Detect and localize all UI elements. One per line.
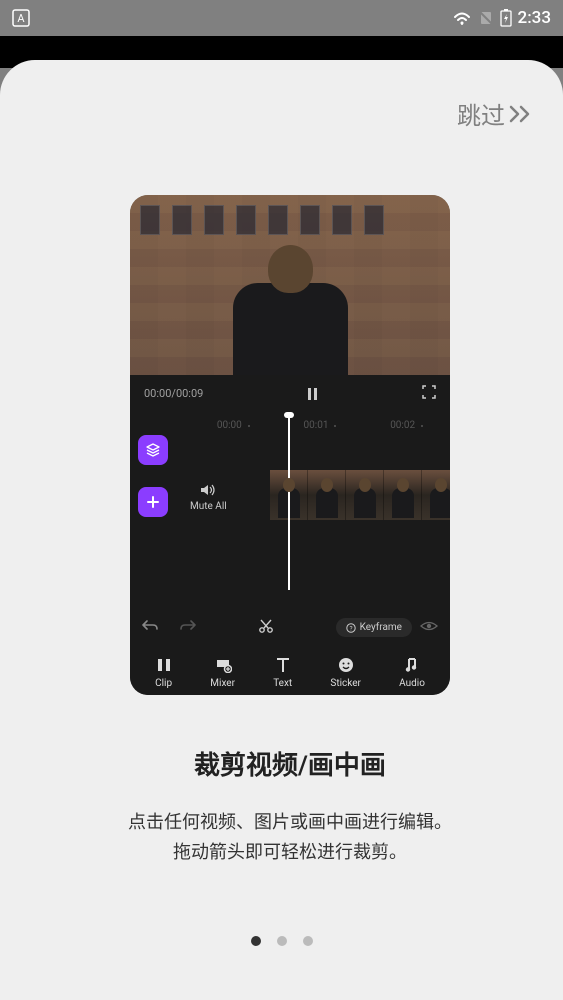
timeline-track[interactable]: [270, 470, 450, 520]
plus-icon: [146, 495, 160, 509]
tab-text[interactable]: Text: [273, 656, 292, 689]
add-button[interactable]: [138, 487, 168, 517]
tab-sticker[interactable]: Sticker: [330, 656, 361, 689]
eye-icon: [420, 620, 438, 632]
player-controls: 00:00/00:09: [130, 375, 450, 412]
undo-icon: [142, 619, 158, 633]
pause-button[interactable]: [308, 388, 317, 400]
track-frame: [308, 470, 346, 520]
pause-icon: [308, 388, 317, 400]
sticker-icon: [338, 656, 354, 674]
tab-audio[interactable]: Audio: [399, 656, 425, 689]
page-indicator: [251, 936, 313, 946]
fullscreen-button[interactable]: [422, 385, 436, 402]
info-icon: ?: [346, 623, 356, 633]
mute-all-button[interactable]: Mute All: [190, 483, 227, 512]
layers-icon: [145, 442, 161, 458]
page-dot-3[interactable]: [303, 936, 313, 946]
track-frame: [346, 470, 384, 520]
track-frame: [384, 470, 422, 520]
page-dot-1[interactable]: [251, 936, 261, 946]
fullscreen-icon: [422, 385, 436, 399]
visibility-button[interactable]: [420, 620, 438, 635]
video-preview: [130, 195, 450, 375]
redo-icon: [180, 619, 196, 633]
track-frame: [422, 470, 450, 520]
side-tools: [138, 435, 168, 517]
undo-button[interactable]: [142, 619, 158, 636]
layers-button[interactable]: [138, 435, 168, 465]
app-mockup: 00:00/00:09 00:00 00:01 00:02: [130, 195, 450, 695]
mixer-icon: [214, 656, 232, 674]
page-dot-2[interactable]: [277, 936, 287, 946]
clip-icon: [156, 656, 172, 674]
cut-button[interactable]: [258, 618, 274, 637]
bottom-tabs: Clip Mixer Text Sticker: [130, 649, 450, 695]
playhead[interactable]: [288, 415, 290, 590]
chevron-double-right-icon: [509, 105, 535, 123]
tutorial-slide-1: 00:00/00:09 00:00 00:01 00:02: [60, 195, 520, 867]
slides-container[interactable]: 00:00/00:09 00:00 00:01 00:02: [0, 195, 563, 867]
keyframe-button[interactable]: ? Keyframe: [336, 618, 412, 637]
svg-text:A: A: [17, 12, 25, 25]
wifi-icon: [452, 10, 472, 26]
status-time: 2:33: [518, 8, 551, 28]
app-badge-icon: A: [12, 9, 30, 27]
mute-label: Mute All: [190, 501, 227, 512]
status-bar: A 2:33: [0, 0, 563, 36]
slide-description: 点击任何视频、图片或画中画进行编辑。 拖动箭头即可轻松进行裁剪。: [120, 808, 460, 867]
audio-icon: [404, 656, 420, 674]
tab-mixer[interactable]: Mixer: [210, 656, 235, 689]
redo-button[interactable]: [180, 619, 196, 636]
time-display: 00:00/00:09: [144, 387, 203, 400]
skip-label: 跳过: [457, 96, 505, 131]
skip-button[interactable]: 跳过: [457, 96, 535, 131]
battery-charging-icon: [500, 9, 512, 27]
tutorial-slide-2: 添 点击画中画 为画中画: [550, 195, 563, 867]
no-sim-icon: [478, 10, 494, 26]
svg-text:?: ?: [349, 624, 352, 632]
tutorial-overlay: 跳过 00:00/00:0: [0, 60, 563, 1000]
tab-clip[interactable]: Clip: [155, 656, 172, 689]
action-bar: ? Keyframe: [130, 608, 450, 647]
slide-title: 裁剪视频/画中画: [194, 745, 386, 782]
speaker-icon: [200, 483, 216, 497]
scissors-icon: [258, 618, 274, 634]
text-icon: [276, 656, 290, 674]
